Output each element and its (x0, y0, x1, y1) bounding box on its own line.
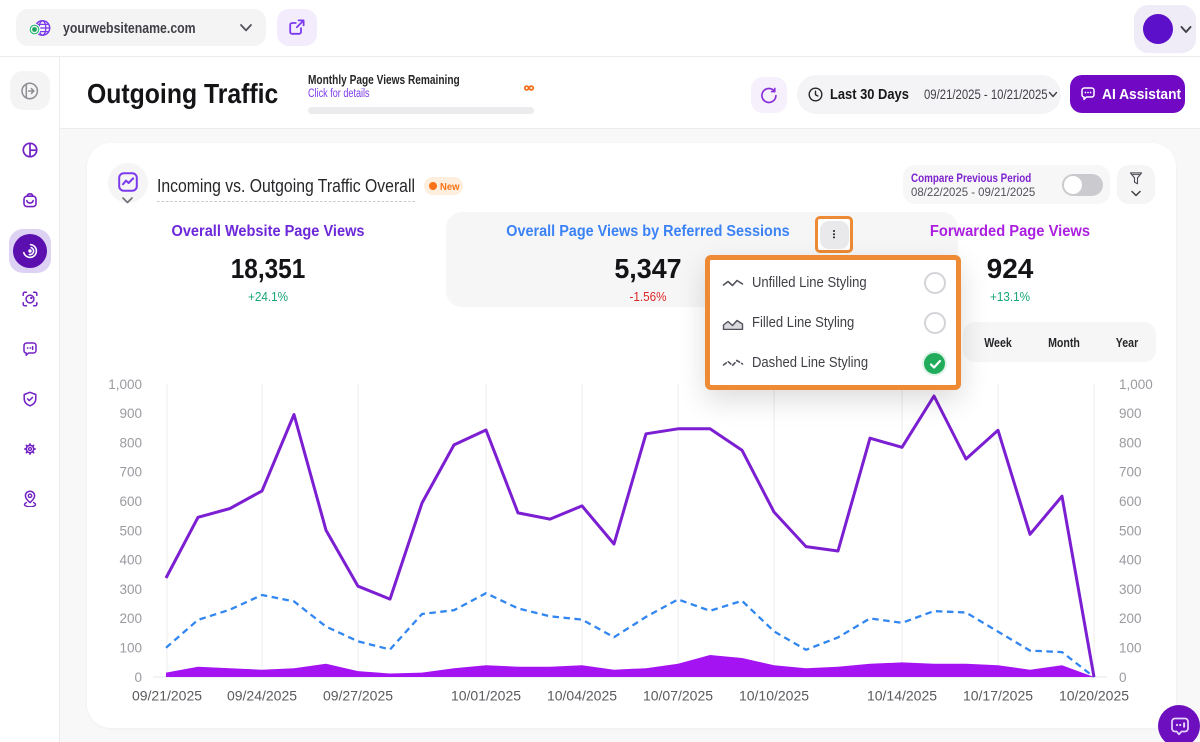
svg-text:600: 600 (1119, 494, 1142, 509)
svg-text:500: 500 (1119, 523, 1142, 538)
svg-text:700: 700 (119, 465, 142, 480)
svg-text:10/07/2025: 10/07/2025 (643, 688, 713, 704)
svg-text:10/10/2025: 10/10/2025 (739, 688, 809, 704)
svg-text:100: 100 (119, 641, 142, 656)
svg-text:500: 500 (119, 523, 142, 538)
svg-text:300: 300 (119, 582, 142, 597)
svg-text:600: 600 (119, 494, 142, 509)
svg-text:10/17/2025: 10/17/2025 (963, 688, 1033, 704)
svg-text:1,000: 1,000 (108, 377, 142, 392)
svg-text:200: 200 (119, 611, 142, 626)
svg-text:0: 0 (1119, 670, 1127, 685)
svg-text:09/27/2025: 09/27/2025 (323, 688, 393, 704)
svg-text:10/01/2025: 10/01/2025 (451, 688, 521, 704)
svg-text:10/04/2025: 10/04/2025 (547, 688, 617, 704)
svg-text:0: 0 (134, 670, 142, 685)
svg-text:900: 900 (1119, 406, 1142, 421)
svg-text:300: 300 (1119, 582, 1142, 597)
svg-text:700: 700 (1119, 465, 1142, 480)
svg-text:1,000: 1,000 (1119, 377, 1153, 392)
svg-text:09/24/2025: 09/24/2025 (227, 688, 297, 704)
svg-text:800: 800 (119, 435, 142, 450)
svg-text:10/14/2025: 10/14/2025 (867, 688, 937, 704)
svg-text:09/21/2025: 09/21/2025 (132, 688, 202, 704)
svg-text:900: 900 (119, 406, 142, 421)
svg-text:400: 400 (119, 553, 142, 568)
svg-text:200: 200 (1119, 611, 1142, 626)
svg-text:10/20/2025: 10/20/2025 (1059, 688, 1129, 704)
svg-text:100: 100 (1119, 641, 1142, 656)
svg-text:400: 400 (1119, 553, 1142, 568)
svg-text:800: 800 (1119, 435, 1142, 450)
